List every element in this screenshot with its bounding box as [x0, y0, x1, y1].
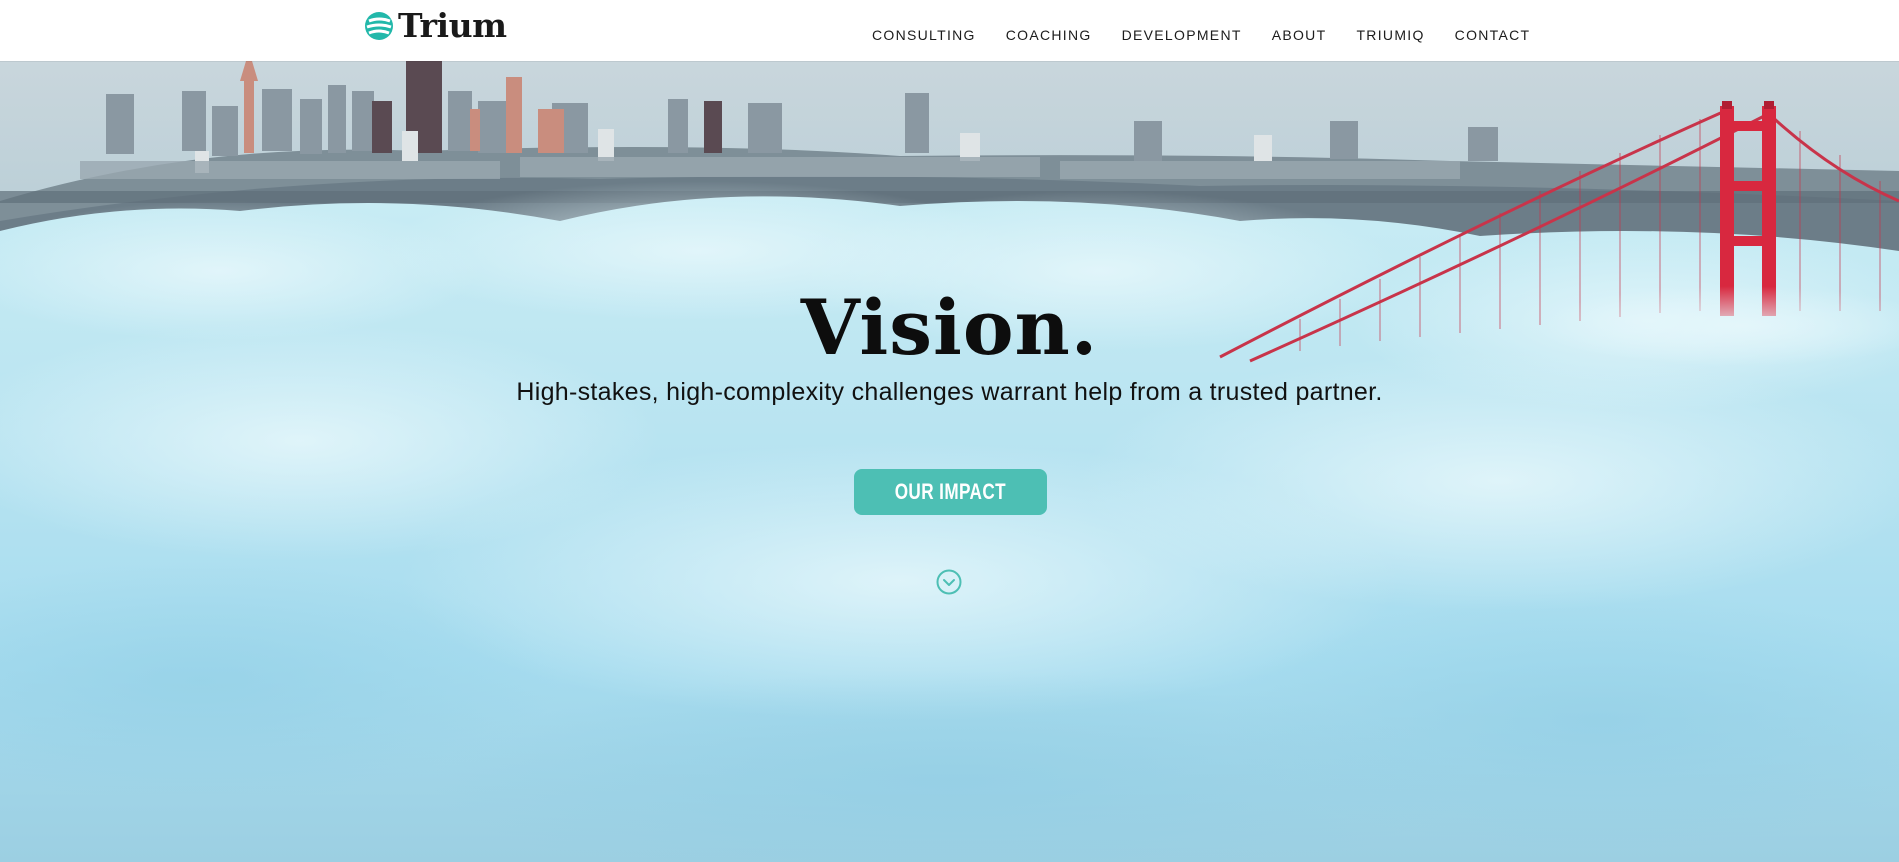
nav-item-about[interactable]: ABOUT [1272, 24, 1327, 46]
nav-item-contact[interactable]: CONTACT [1455, 24, 1531, 46]
hero-title: Vision. [800, 283, 1099, 372]
hero-subtitle: High-stakes, high-complexity challenges … [516, 378, 1383, 406]
brand-name: Trium [398, 6, 507, 45]
brand-logo[interactable]: Trium [364, 9, 507, 43]
nav-item-triumiq[interactable]: TRIUMIQ [1356, 24, 1424, 46]
site-header: Trium CONSULTING COACHING DEVELOPMENT AB… [0, 0, 1899, 61]
nav-item-consulting[interactable]: CONSULTING [872, 24, 976, 46]
hero-background-image [0, 61, 1899, 862]
nav-item-coaching[interactable]: COACHING [1006, 24, 1092, 46]
our-impact-button[interactable]: OUR IMPACT [854, 469, 1047, 515]
page: Trium CONSULTING COACHING DEVELOPMENT AB… [0, 0, 1899, 862]
hero-section: Vision. High-stakes, high-complexity cha… [0, 61, 1899, 862]
chevron-down-circle-icon[interactable] [936, 569, 962, 595]
main-nav: CONSULTING COACHING DEVELOPMENT ABOUT TR… [872, 24, 1530, 46]
nav-item-development[interactable]: DEVELOPMENT [1122, 24, 1242, 46]
globe-logo-icon [365, 12, 393, 40]
our-impact-button-label: OUR IMPACT [894, 479, 1007, 504]
